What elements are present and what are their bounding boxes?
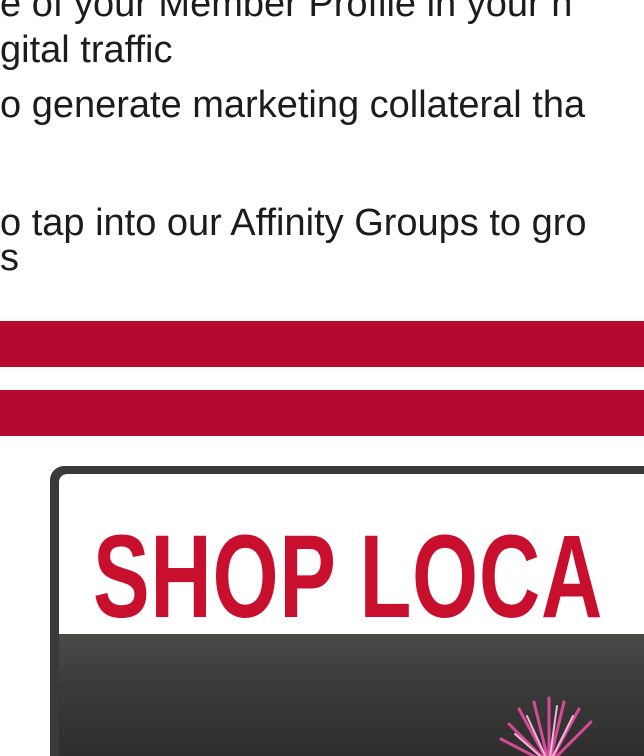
shop-local-image: SHOP LOCA <box>50 466 644 756</box>
sign-photo <box>59 634 644 756</box>
flower-image <box>499 696 593 756</box>
text-line-3: o generate marketing collateral tha <box>0 84 586 126</box>
text-line-4: o tap into our Affinity Groups to gro <box>0 202 587 244</box>
divider-bar-bottom <box>0 390 644 436</box>
text-line-2: gital traffic <box>0 29 173 71</box>
text-line-5: s <box>0 237 19 279</box>
sign-panel: SHOP LOCA <box>59 474 644 643</box>
text-line-1: e of your Member Profile in your n <box>0 0 573 25</box>
sign-text: SHOP LOCA <box>93 511 604 643</box>
divider-bar-top <box>0 321 644 367</box>
